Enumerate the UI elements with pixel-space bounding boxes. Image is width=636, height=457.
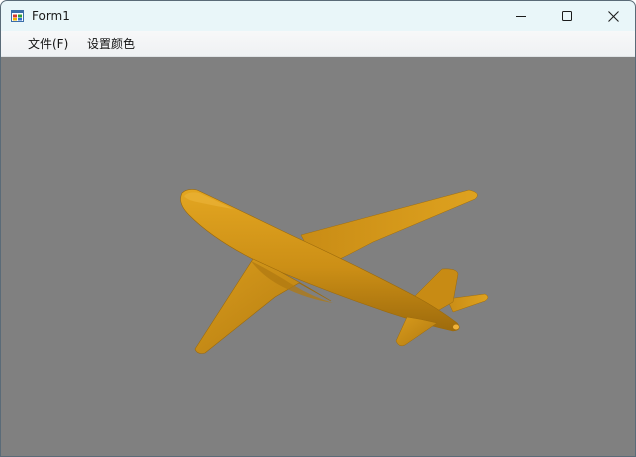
tail-cone <box>453 324 459 330</box>
close-icon <box>607 10 619 22</box>
airplane-model <box>180 189 489 354</box>
left-stabilizer <box>395 316 438 347</box>
menu-bar: 文件(F) 设置颜色 <box>1 31 635 57</box>
window-title: Form1 <box>32 9 70 23</box>
app-icon <box>11 10 24 22</box>
render-viewport[interactable] <box>1 57 635 456</box>
minimize-icon <box>516 16 526 17</box>
maximize-button[interactable] <box>544 1 590 31</box>
minimize-button[interactable] <box>498 1 544 31</box>
maximize-icon <box>562 11 572 21</box>
app-window: Form1 文件(F) 设置颜色 <box>0 0 636 457</box>
menu-set-color[interactable]: 设置颜色 <box>87 36 135 52</box>
title-bar[interactable]: Form1 <box>1 1 635 31</box>
menu-file[interactable]: 文件(F) <box>28 36 68 52</box>
close-button[interactable] <box>590 1 635 31</box>
